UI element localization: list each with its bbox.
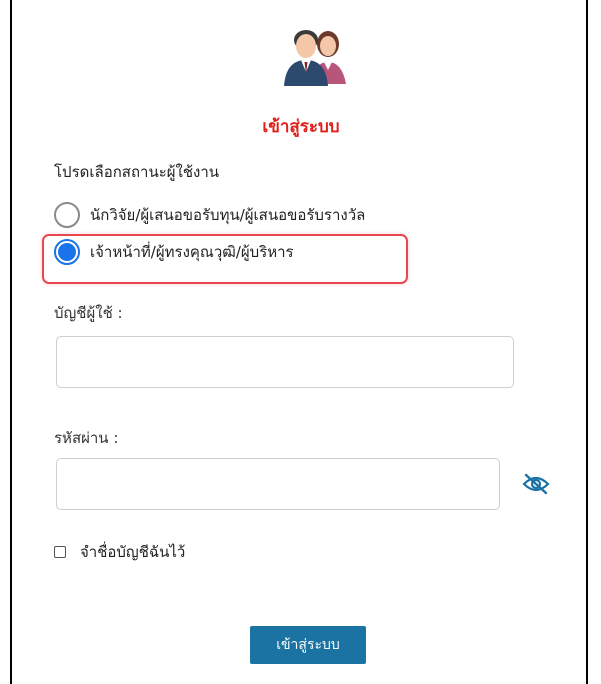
username-input[interactable]	[56, 336, 514, 388]
role-label-officer: เจ้าหน้าที่/ผู้ทรงคุณวุฒิ/ผู้บริหาร	[90, 243, 294, 261]
role-option-officer[interactable]: เจ้าหน้าที่/ผู้ทรงคุณวุฒิ/ผู้บริหาร	[54, 239, 294, 265]
login-panel: เข้าสู่ระบบ โปรดเลือกสถานะผู้ใช้งาน นักว…	[10, 0, 588, 684]
remember-me[interactable]: จำชื่อบัญชีฉันไว้	[54, 540, 185, 564]
password-input[interactable]	[56, 458, 500, 510]
login-title: เข้าสู่ระบบ	[262, 117, 340, 137]
radio-officer[interactable]	[54, 239, 80, 265]
password-label: รหัสผ่าน :	[54, 429, 119, 447]
radio-researcher[interactable]	[54, 202, 80, 228]
remember-checkbox[interactable]	[54, 546, 66, 558]
eye-slash-icon[interactable]	[522, 472, 550, 496]
remember-label: จำชื่อบัญชีฉันไว้	[80, 543, 186, 561]
role-label-researcher: นักวิจัย/ผู้เสนอขอรับทุน/ผู้เสนอขอรับราง…	[90, 206, 366, 224]
users-icon	[280, 24, 350, 86]
role-option-researcher[interactable]: นักวิจัย/ผู้เสนอขอรับทุน/ผู้เสนอขอรับราง…	[54, 202, 365, 228]
login-button[interactable]: เข้าสู่ระบบ	[250, 626, 366, 664]
role-prompt: โปรดเลือกสถานะผู้ใช้งาน	[54, 163, 220, 181]
username-label: บัญชีผู้ใช้ :	[54, 304, 123, 322]
